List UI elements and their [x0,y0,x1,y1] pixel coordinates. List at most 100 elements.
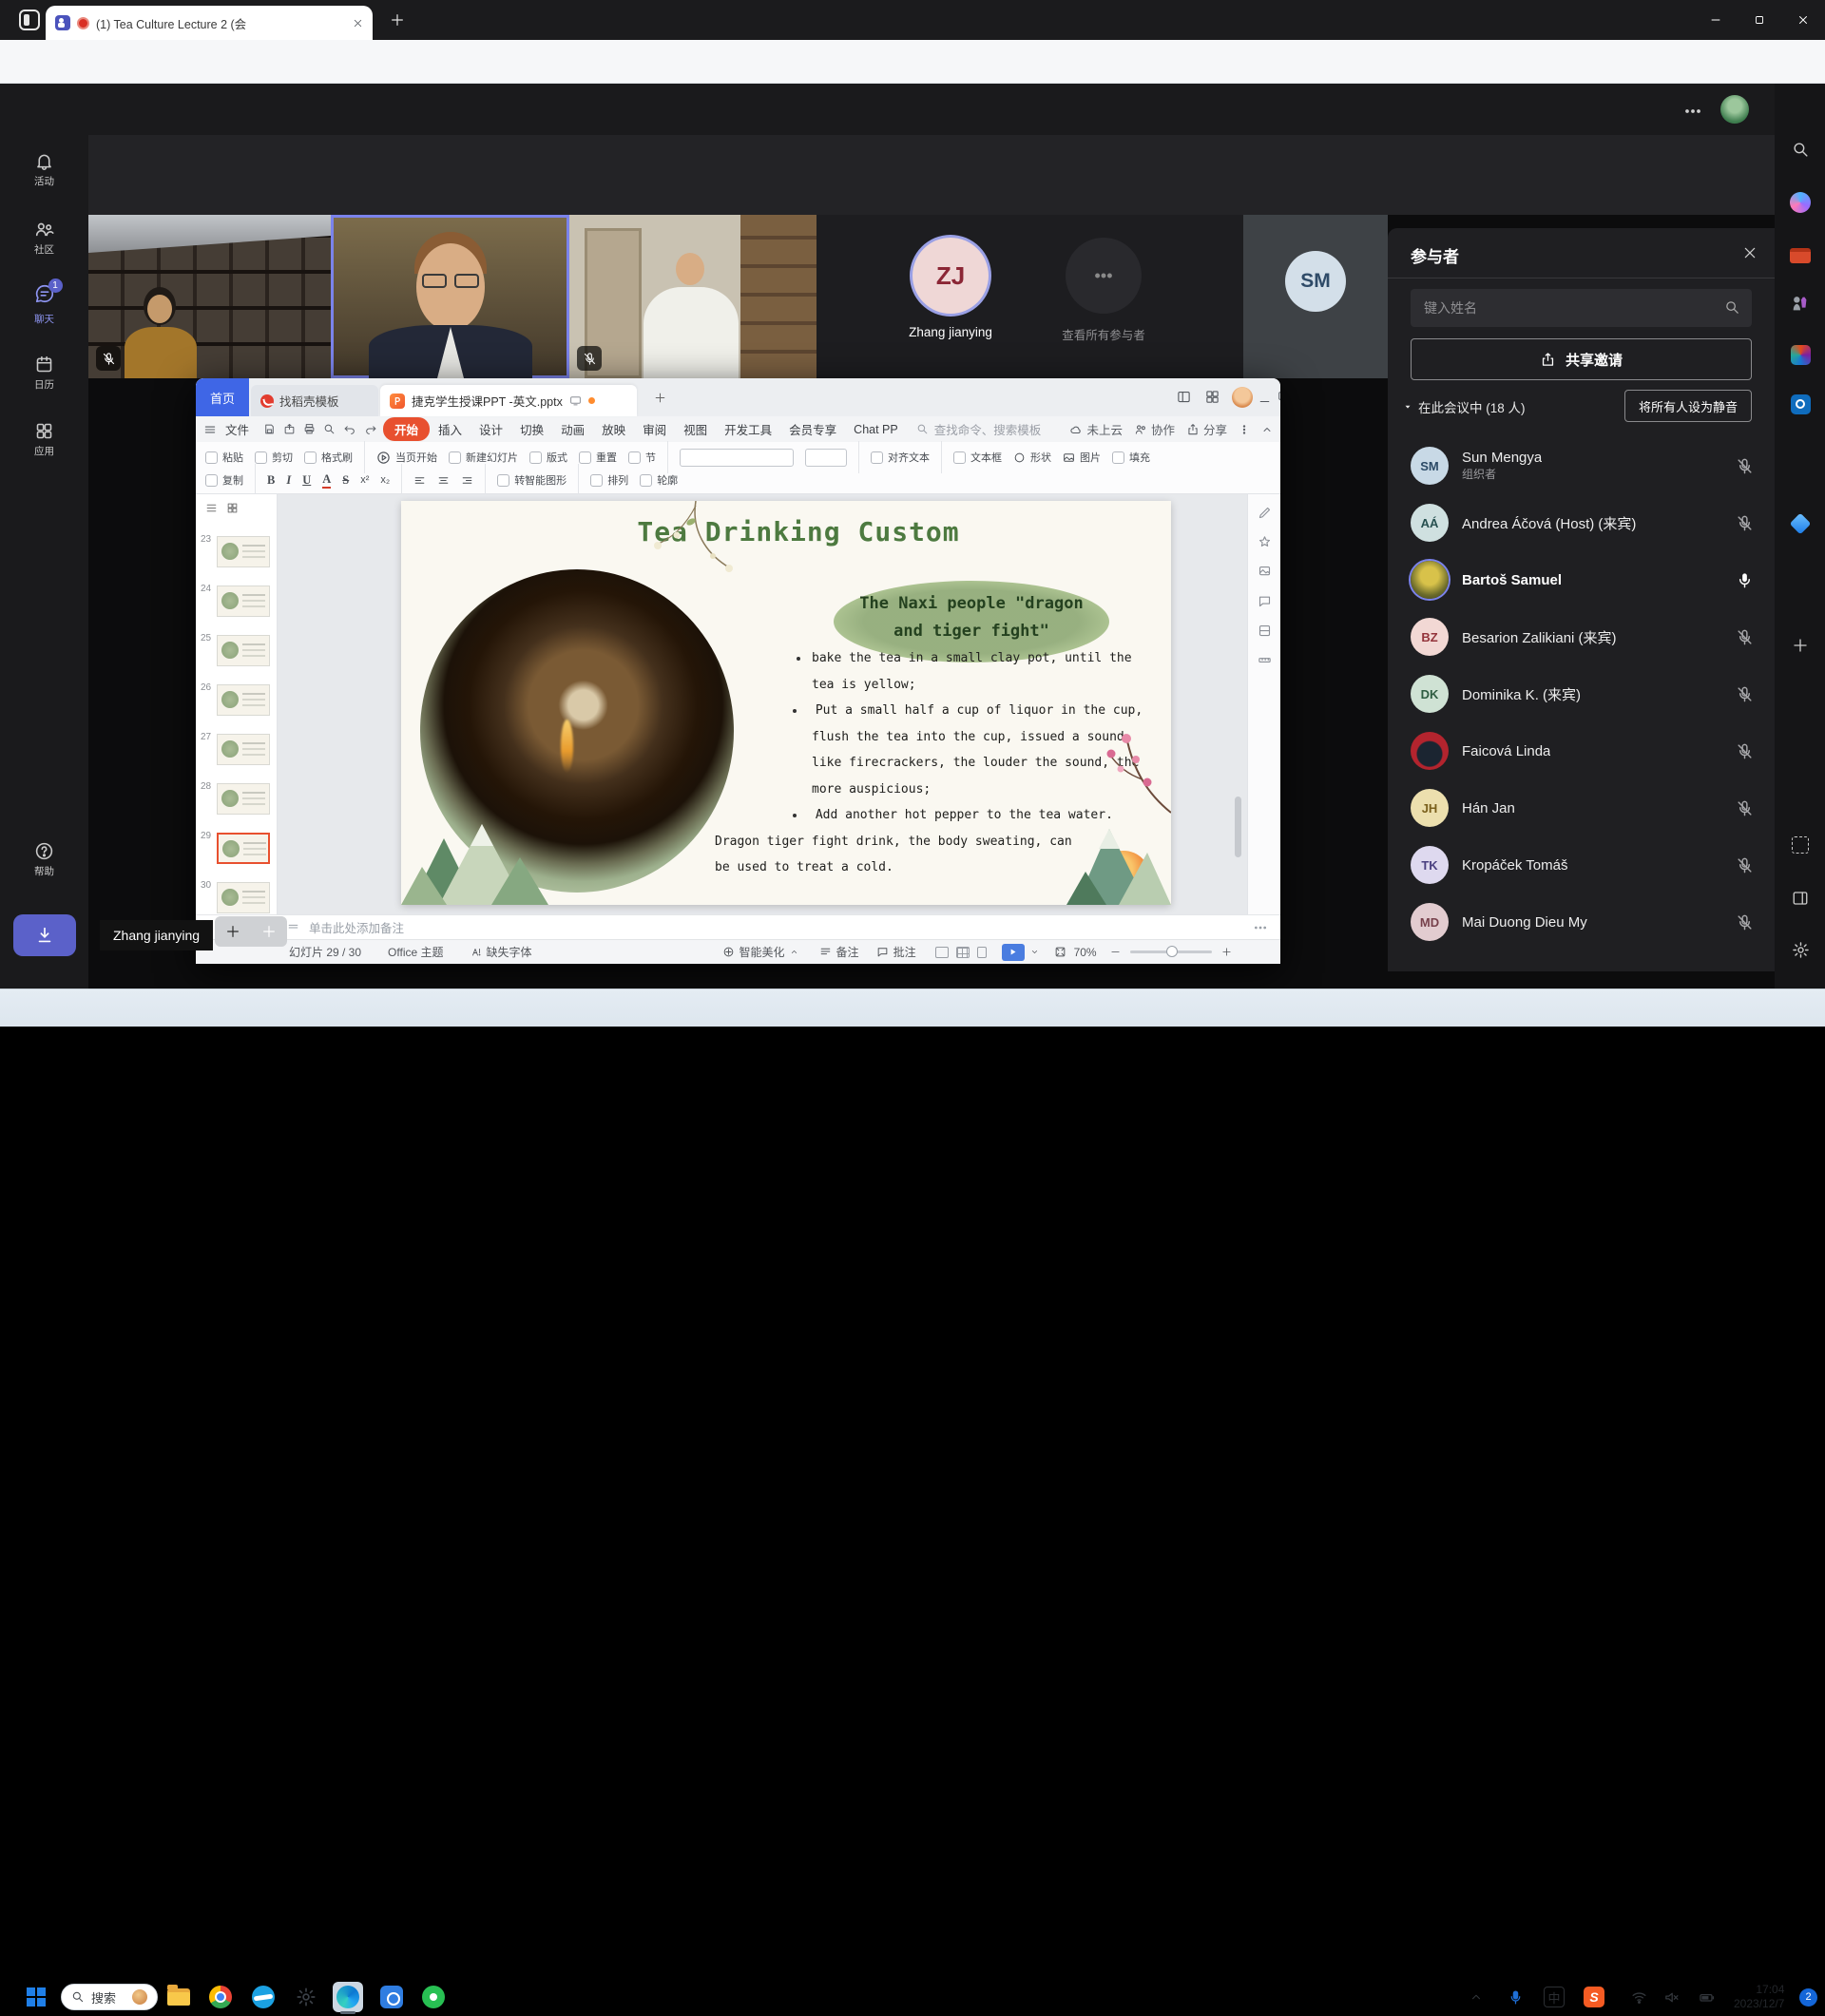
mic-active-icon[interactable] [1736,571,1754,589]
notes-toggle-button[interactable]: 备注 [819,944,859,960]
command-search[interactable]: 查找命令、搜索模板 [916,420,1042,438]
rail-item-calendar[interactable]: 日历 [0,346,88,399]
participant-search[interactable] [1411,289,1752,327]
participant-row[interactable]: JH Hán Jan [1388,781,1775,835]
align-right-button[interactable] [461,474,473,487]
new-slide-overlay-button[interactable] [215,916,287,947]
menu-membership[interactable]: 会员专享 [780,417,845,441]
zoom-out-icon[interactable] [1110,947,1121,957]
ribbon-more-icon[interactable] [1239,424,1250,435]
wps-new-tab-button[interactable] [654,392,666,404]
video-tile-participant-3[interactable] [569,215,816,378]
menu-review[interactable]: 审阅 [634,417,675,441]
zoom-in-icon[interactable] [1221,947,1232,957]
battery-icon[interactable] [1698,1978,1717,2016]
outline-view-icon[interactable] [205,502,218,514]
sogou-icon[interactable]: S [1584,1978,1604,2016]
comments-toggle-button[interactable]: 批注 [876,944,916,960]
new-tab-button[interactable] [390,12,405,28]
notification-badge[interactable]: 2 [1799,1978,1817,2016]
participant-row[interactable]: AÁ Andrea Áčová (Host) (来宾) [1388,496,1775,549]
video-tile-participant-1[interactable] [88,215,331,378]
missing-font-warning[interactable]: 缺失字体 [471,944,532,960]
redo-icon[interactable] [364,423,377,435]
wps-account-avatar[interactable] [1232,387,1253,408]
slide-thumbnail[interactable]: 26 [196,679,278,728]
preview-icon[interactable] [323,423,336,435]
sidebar-search-icon[interactable] [1788,137,1813,162]
video-tile-sm[interactable]: SM [1243,215,1388,378]
align-left-button[interactable] [413,474,426,487]
ai-beautify-button[interactable]: 智能美化 [722,944,798,960]
mic-muted-icon[interactable] [1736,799,1754,817]
workspaces-icon[interactable] [19,10,40,30]
reset-button[interactable]: 重置 [579,450,617,465]
superscript-button[interactable]: x² [360,474,369,486]
collaborate-button[interactable]: 协作 [1134,420,1175,438]
menu-view[interactable]: 视图 [675,417,716,441]
wps-home-tab[interactable]: 首页 [196,378,249,416]
thumbnail-view-icon[interactable] [226,502,239,514]
panel-close-icon[interactable] [1742,245,1758,260]
sidebar-panel-icon[interactable] [1788,886,1813,911]
participant-row[interactable]: DK Dominika K. (来宾) [1388,667,1775,720]
browser-tab[interactable]: (1) Tea Culture Lecture 2 (会 [46,6,373,40]
picture-button[interactable]: 图片 [1063,450,1101,465]
align-center-button[interactable] [437,474,450,487]
tab-close-icon[interactable] [353,18,363,29]
edge-icon-active[interactable] [333,1982,363,2012]
ppt-maximize-icon[interactable] [1277,390,1280,402]
wps-document-tab[interactable]: 捷克学生授课PPT -英文.pptx [380,385,637,416]
rail-item-community[interactable]: 社区 [0,211,88,264]
play-options-caret-icon[interactable] [1030,948,1039,956]
ruler-icon[interactable] [1258,653,1272,667]
app-blue-icon[interactable] [376,1982,407,2012]
close-button[interactable] [1781,0,1825,40]
play-from-current-button[interactable]: 当页开始 [376,450,437,465]
slide-thumbnail[interactable]: 27 [196,728,278,778]
download-button[interactable] [13,914,76,956]
normal-view-button[interactable] [935,947,949,958]
font-family-select[interactable] [680,449,794,467]
layout-switch-icon[interactable] [1177,390,1191,404]
bold-button[interactable]: B [267,473,275,488]
undo-icon[interactable] [343,423,356,435]
slide-thumbnail[interactable]: 25 [196,629,278,679]
underline-button[interactable]: U [302,473,311,488]
outline-button[interactable]: 轮廓 [640,472,678,488]
participant-row[interactable]: TK Kropáček Tomáš [1388,838,1775,892]
menu-devtools[interactable]: 开发工具 [716,417,780,441]
wps-templates-tab[interactable]: 找稻壳模板 [251,385,378,416]
menu-insert[interactable]: 插入 [430,417,471,441]
slideshow-play-button[interactable] [1002,944,1025,961]
paste-button[interactable]: 粘贴 [205,450,243,465]
properties-icon[interactable] [1258,506,1272,520]
cut-button[interactable]: 剪切 [255,450,293,465]
hamburger-icon[interactable] [203,423,217,436]
format-painter-button[interactable]: 格式刷 [304,450,353,465]
teams-profile-avatar[interactable] [1720,95,1749,124]
sidebar-capture-icon[interactable] [1788,833,1813,857]
layout-button[interactable]: 版式 [529,450,567,465]
rail-item-apps[interactable]: 应用 [0,413,88,466]
animation-pane-icon[interactable] [1258,535,1272,549]
mic-muted-icon[interactable] [1736,457,1754,475]
menu-slideshow[interactable]: 放映 [593,417,634,441]
rail-item-activity[interactable]: 活动 [0,143,88,196]
mute-all-button[interactable]: 将所有人设为静音 [1624,390,1752,422]
tray-expand[interactable] [1470,1978,1483,2016]
rail-item-chat[interactable]: 1 聊天 [0,278,88,331]
maximize-button[interactable] [1738,0,1781,40]
align-text-button[interactable]: 对齐文本 [871,450,930,465]
wifi-icon[interactable] [1631,1978,1647,2016]
app-green-icon[interactable] [418,1982,449,2012]
ppt-minimize-icon[interactable] [1258,395,1271,408]
save-icon[interactable] [263,423,276,435]
menu-chatppt[interactable]: Chat PP [845,420,907,439]
participant-row[interactable]: MD Mai Duong Dieu My [1388,895,1775,949]
comments-pane-icon[interactable] [1258,594,1272,608]
settings-icon[interactable] [291,1982,321,2012]
subscript-button[interactable]: x₂ [380,474,390,486]
menu-home[interactable]: 开始 [383,417,430,441]
taskbar-clock[interactable]: 17:04 2023/12/7 [1734,1978,1784,2016]
